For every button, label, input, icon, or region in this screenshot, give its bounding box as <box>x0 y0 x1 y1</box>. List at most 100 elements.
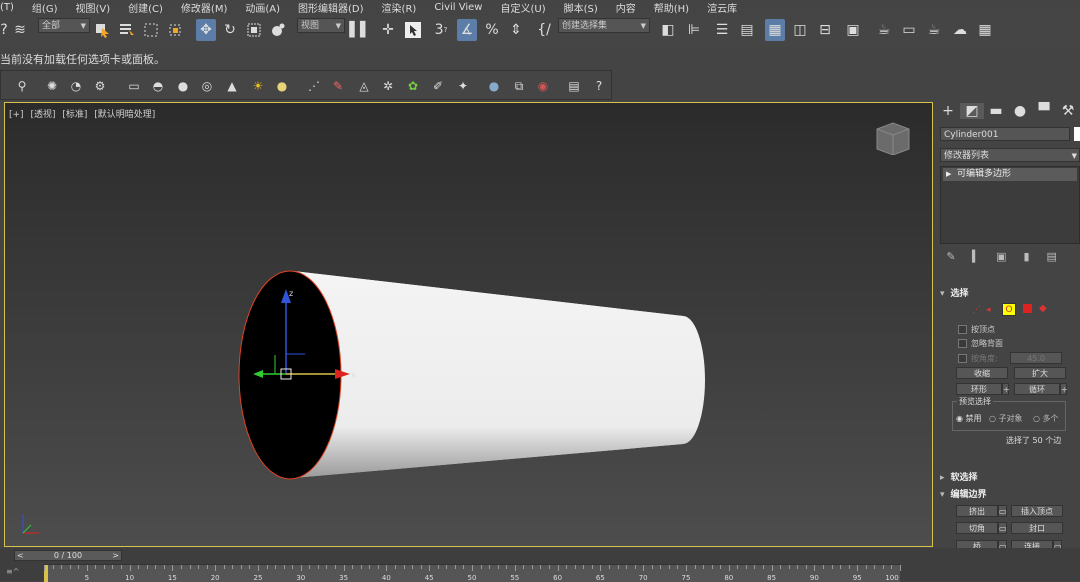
preview-subobject-radio[interactable]: ○ 子对象 <box>989 413 1023 424</box>
select-object-icon[interactable] <box>92 19 112 41</box>
render-setup-icon[interactable]: ☕ <box>874 19 894 41</box>
by-angle-checkbox[interactable]: 按角度: <box>958 353 998 364</box>
mirror-icon[interactable]: ◧ <box>658 19 678 41</box>
track-bar[interactable]: 5 10 15 20 25 30 35 40 45 50 55 60 65 70 75 80 85 90 95 100 <box>44 564 901 582</box>
menu-item[interactable]: 图形编辑器(D) <box>298 0 364 15</box>
soft-selection-rollout-header[interactable]: ▸ 软选择 <box>940 470 1080 483</box>
hemisphere-icon[interactable]: ◓ <box>149 77 167 95</box>
menu-item[interactable]: 渲染(R) <box>382 0 417 15</box>
show-end-result-icon[interactable]: ▍ <box>965 250 987 263</box>
menu-item[interactable]: 脚本(S) <box>564 0 598 15</box>
stack-item-editable-poly[interactable]: ▶ 可编辑多边形 <box>943 168 1077 181</box>
modifier-list-dropdown[interactable]: 修改器列表 ▼ <box>940 148 1080 162</box>
help-icon[interactable]: ? <box>590 77 608 95</box>
render-production-icon[interactable]: ☕ <box>924 19 944 41</box>
camera-icon[interactable]: ◔ <box>67 77 85 95</box>
by-vertex-checkbox[interactable]: 按顶点 <box>958 324 995 335</box>
menu-item[interactable]: (T) <box>0 2 14 13</box>
menu-item[interactable]: 修改器(M) <box>181 0 227 15</box>
extrude-button[interactable]: 挤出 <box>956 505 998 517</box>
bone-icon[interactable]: ✎ <box>329 77 347 95</box>
border-mode-icon[interactable]: O <box>1002 303 1016 316</box>
geosphere-icon[interactable]: ◬ <box>355 77 373 95</box>
edit-borders-rollout-header[interactable]: ▾ 编辑边界 <box>940 487 1080 500</box>
curve-editor-icon[interactable]: ◫ <box>790 19 810 41</box>
material-library-icon[interactable]: ⧉ <box>510 77 528 95</box>
layer-explorer-icon[interactable]: ▤ <box>737 19 757 41</box>
render-grid-icon[interactable]: ▦ <box>975 19 995 41</box>
percent-snap-icon[interactable]: % <box>482 19 502 41</box>
hierarchy-tab-icon[interactable]: ▬ <box>984 103 1008 119</box>
align-icon[interactable]: ⊫ <box>684 19 704 41</box>
pin-stack-icon[interactable]: ✎ <box>940 250 962 263</box>
slider-next-icon[interactable]: > <box>112 551 119 561</box>
preview-off-radio[interactable]: ◉ 禁用 <box>956 413 982 424</box>
sphere-icon[interactable]: ● <box>174 77 192 95</box>
named-selection-set-dropdown[interactable]: 创建选择集 ▼ <box>558 18 650 33</box>
move-tool-icon[interactable]: ✥ <box>196 19 216 41</box>
schematic-view-icon[interactable]: ⊟ <box>815 19 835 41</box>
scatter-icon[interactable]: ✲ <box>379 77 397 95</box>
display-tab-icon[interactable]: ▀ <box>1032 103 1056 119</box>
selection-rollout-header[interactable]: ▾ 选择 <box>940 286 1080 299</box>
configure-sets-icon[interactable]: ▤ <box>1041 250 1063 263</box>
render-cloud-icon[interactable]: ☁ <box>950 19 970 41</box>
menu-item[interactable]: 自定义(U) <box>500 0 545 15</box>
ignore-backfacing-checkbox[interactable]: 忽略背面 <box>958 338 1003 349</box>
insert-vertex-button[interactable]: 插入顶点 <box>1011 505 1063 517</box>
rect-selection-icon[interactable] <box>141 19 161 41</box>
cap-button[interactable]: 封口 <box>1011 522 1063 534</box>
scale-tool-icon[interactable] <box>244 19 264 41</box>
menu-item[interactable]: Civil View <box>434 2 482 13</box>
slider-prev-icon[interactable]: < <box>17 551 24 561</box>
cylinder-object[interactable] <box>238 270 705 480</box>
chamfer-settings-icon[interactable]: ▭ <box>998 522 1007 534</box>
polygon-mode-icon[interactable] <box>1023 304 1032 313</box>
select-by-name-icon[interactable] <box>117 19 137 41</box>
menu-item[interactable]: 视图(V) <box>75 0 110 15</box>
menu-item[interactable]: 动画(A) <box>245 0 280 15</box>
motion-tab-icon[interactable]: ● <box>1008 103 1032 119</box>
element-mode-icon[interactable]: ◆ <box>1039 303 1047 314</box>
material-sphere-icon[interactable]: ● <box>485 77 503 95</box>
preview-multi-radio[interactable]: ○ 多个 <box>1033 413 1059 424</box>
foliage-icon[interactable]: ✿ <box>404 77 422 95</box>
pivot-center-icon[interactable]: ▌▌ <box>349 19 371 41</box>
keyboard-shortcut-icon[interactable] <box>403 19 423 41</box>
ring-button[interactable]: 环形 <box>956 383 1002 395</box>
helpers-icon[interactable]: ⚙ <box>91 77 109 95</box>
edge-mode-icon[interactable]: ◂ <box>986 305 991 315</box>
place-tool-icon[interactable] <box>268 19 288 41</box>
selection-filter-dropdown[interactable]: 全部 ▼ <box>38 18 90 33</box>
shrink-button[interactable]: 收缩 <box>956 367 1008 379</box>
sun-icon[interactable]: ☀ <box>249 77 267 95</box>
angle-snap-icon[interactable]: ∡ <box>457 19 477 41</box>
make-unique-icon[interactable]: ▣ <box>990 250 1012 263</box>
spinner-snap-icon[interactable]: ⇕ <box>506 19 526 41</box>
menu-item[interactable]: 渲云库 <box>707 0 737 15</box>
loop-spinner[interactable]: ÷ <box>1060 383 1068 395</box>
scene-explorer-icon[interactable]: ☰ <box>712 19 732 41</box>
hair-icon[interactable]: ✐ <box>429 77 447 95</box>
by-angle-spinner[interactable]: 45.0 <box>1010 352 1062 364</box>
vertex-mode-icon[interactable]: ⋰ <box>972 305 981 315</box>
time-slider[interactable]: < 0 / 100 > <box>14 550 122 561</box>
named-selection-icon[interactable]: {/ <box>534 19 554 41</box>
ring-spinner[interactable]: ÷ <box>1002 383 1010 395</box>
reference-coordinate-dropdown[interactable]: 视图 ▼ <box>297 18 345 33</box>
rendered-frame-icon[interactable]: ▭ <box>899 19 919 41</box>
menu-item[interactable]: 内容 <box>616 0 636 15</box>
rotate-tool-icon[interactable]: ↻ <box>220 19 240 41</box>
grow-button[interactable]: 扩大 <box>1014 367 1066 379</box>
chamfer-button[interactable]: 切角 <box>956 522 998 534</box>
torus-icon[interactable]: ◎ <box>198 77 216 95</box>
utilities-tab-icon[interactable]: ⚒ <box>1056 103 1080 119</box>
bind-spacewarp-icon[interactable]: ≋ <box>10 19 30 41</box>
loop-button[interactable]: 循环 <box>1014 383 1060 395</box>
perspective-viewport[interactable]: [+] [透视] [标准] [默认明暗处理] x z <box>4 102 933 547</box>
frame-buffer-icon[interactable]: ▤ <box>565 77 583 95</box>
select-manipulate-icon[interactable]: ✛ <box>378 19 398 41</box>
menu-item[interactable]: 帮助(H) <box>654 0 689 15</box>
ribbon-toggle-icon[interactable]: ▦ <box>765 19 785 41</box>
create-tab-icon[interactable]: + <box>936 103 960 119</box>
